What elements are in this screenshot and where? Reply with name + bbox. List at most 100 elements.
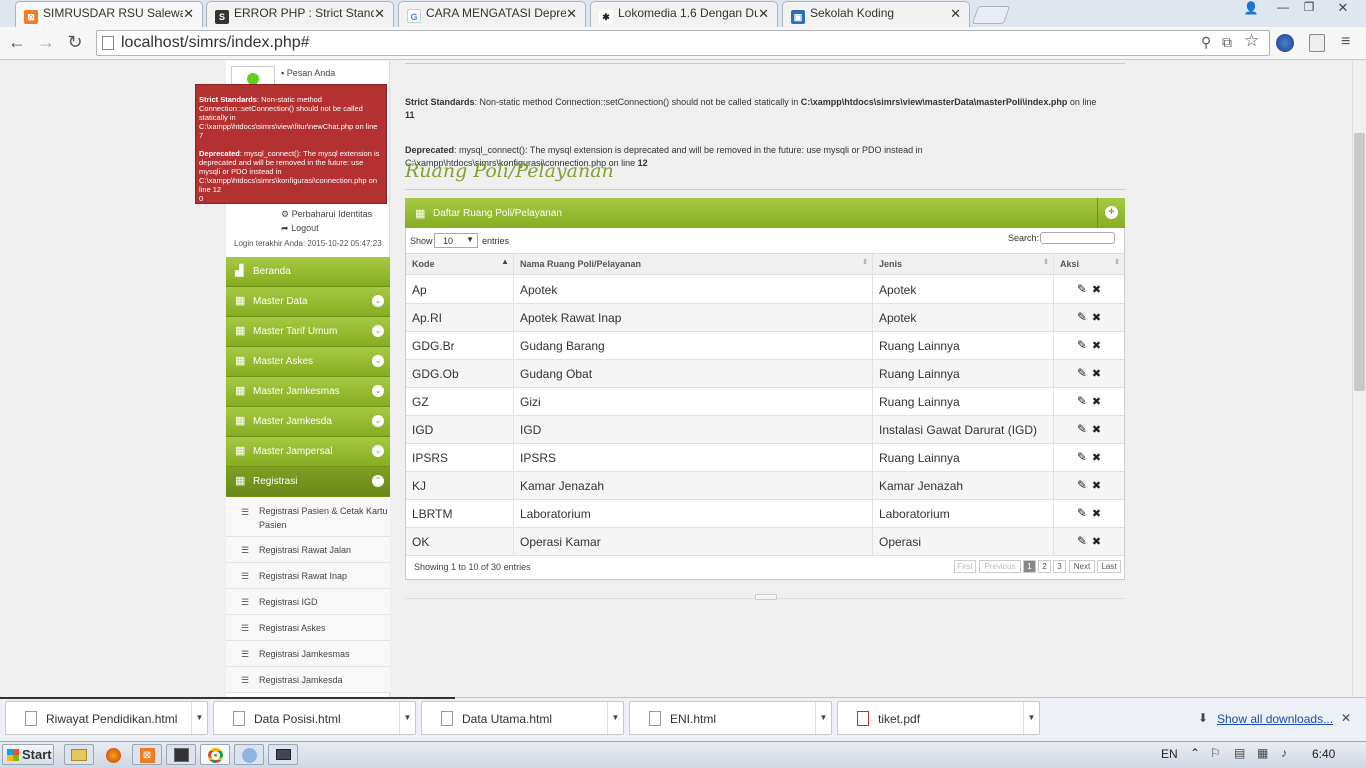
pagination-next[interactable]: Next: [1069, 560, 1095, 573]
pagination-page-3[interactable]: 3: [1053, 560, 1066, 573]
edit-pencil-icon[interactable]: ✎: [1077, 450, 1087, 464]
delete-x-icon[interactable]: ✖: [1092, 508, 1101, 520]
flag-icon[interactable]: ⚐: [1210, 746, 1221, 760]
close-tab-icon[interactable]: ✕: [374, 6, 385, 22]
submenu-rawat-jalan[interactable]: ☰ Registrasi Rawat Jalan: [226, 537, 390, 563]
delete-x-icon[interactable]: ✖: [1092, 452, 1101, 464]
menu-icon[interactable]: ≡: [1341, 33, 1350, 51]
menu-master-jamkesda[interactable]: ▦ Master Jamkesda ⌄: [226, 407, 390, 437]
terminal-taskbar-button[interactable]: [166, 744, 196, 765]
user-profile-icon[interactable]: 👤: [1241, 1, 1261, 17]
menu-master-jampersal[interactable]: ▦ Master Jampersal ⌄: [226, 437, 390, 467]
new-tab-button[interactable]: [971, 6, 1011, 24]
submenu-askes[interactable]: ☰ Registrasi Askes: [226, 615, 390, 641]
restore-icon[interactable]: ❐: [1296, 0, 1322, 18]
scrollbar-thumb[interactable]: [1354, 133, 1365, 391]
col-aksi[interactable]: Aksi ⇕: [1054, 254, 1124, 276]
submenu-jamkesda[interactable]: ☰ Registrasi Jamkesda: [226, 667, 390, 693]
close-download-bar-icon[interactable]: ✕: [1341, 711, 1351, 725]
translate-icon[interactable]: ⧉: [1222, 34, 1232, 51]
menu-beranda[interactable]: ▟ Beranda: [226, 257, 390, 287]
edit-pencil-icon[interactable]: ✎: [1077, 366, 1087, 380]
tab-cara-mengatasi[interactable]: G CARA MENGATASI Deprecat✕: [398, 1, 586, 27]
edit-pencil-icon[interactable]: ✎: [1077, 282, 1087, 296]
resize-handle[interactable]: [755, 594, 777, 600]
close-window-icon[interactable]: ✕: [1325, 0, 1361, 18]
explorer-taskbar-button[interactable]: [64, 744, 94, 765]
logout-link[interactable]: ➦ Logout: [281, 223, 319, 234]
submenu-registrasi-pasien[interactable]: ☰ Registrasi Pasien & Cetak Kartu Pasien: [226, 497, 390, 537]
tab-error-php[interactable]: S ERROR PHP : Strict Standard✕: [206, 1, 394, 27]
tab-lokomedia[interactable]: ✱ Lokomedia 1.6 Dengan Duk ✕: [590, 1, 778, 27]
show-all-downloads-link[interactable]: Show all downloads...: [1217, 712, 1333, 726]
download-item[interactable]: Data Posisi.html ▼: [213, 701, 416, 735]
messages-link[interactable]: ▪ Pesan Anda: [281, 68, 335, 78]
edit-pencil-icon[interactable]: ✎: [1077, 478, 1087, 492]
close-tab-icon[interactable]: ✕: [183, 6, 194, 22]
device-icon[interactable]: ▤: [1234, 746, 1245, 760]
menu-registrasi[interactable]: ▦ Registrasi ⌃: [226, 467, 390, 497]
pagination-first[interactable]: First: [954, 560, 976, 573]
add-button[interactable]: +: [1097, 198, 1125, 228]
minimize-icon[interactable]: —: [1270, 0, 1296, 18]
download-item[interactable]: Data Utama.html ▼: [421, 701, 624, 735]
network-icon[interactable]: ▦: [1257, 746, 1268, 760]
chevron-down-icon[interactable]: ▼: [815, 702, 831, 734]
col-kode[interactable]: Kode ▲: [406, 254, 514, 276]
pagination-page-2[interactable]: 2: [1038, 560, 1051, 573]
submenu-igd[interactable]: ☰ Registrasi IGD: [226, 589, 390, 615]
delete-x-icon[interactable]: ✖: [1092, 368, 1101, 380]
bookmark-star-icon[interactable]: ☆: [1244, 31, 1259, 51]
edit-pencil-icon[interactable]: ✎: [1077, 394, 1087, 408]
tab-sekolah-koding[interactable]: ▣ Sekolah Koding ✕: [782, 1, 970, 27]
update-identity-link[interactable]: ⚙ Perbaharui Identitas: [281, 209, 372, 220]
delete-x-icon[interactable]: ✖: [1092, 424, 1101, 436]
address-bar[interactable]: localhost/simrs/index.php#: [96, 30, 1270, 56]
pagination-page-1[interactable]: 1: [1023, 560, 1036, 573]
close-tab-icon[interactable]: ✕: [566, 6, 577, 22]
clock[interactable]: 6:40: [1312, 747, 1335, 761]
back-arrow-icon[interactable]: ←: [5, 30, 29, 54]
search-input[interactable]: [1040, 232, 1115, 244]
chevron-down-icon[interactable]: ▼: [607, 702, 623, 734]
firefox-taskbar-button[interactable]: [98, 744, 128, 765]
tab-simrusdar[interactable]: ⊠ SIMRUSDAR RSU Salewanga✕: [15, 1, 203, 27]
edit-pencil-icon[interactable]: ✎: [1077, 310, 1087, 324]
pagination-last[interactable]: Last: [1097, 560, 1121, 573]
menu-master-tarif-umum[interactable]: ▦ Master Tarif Umum ⌄: [226, 317, 390, 347]
delete-x-icon[interactable]: ✖: [1092, 312, 1101, 324]
submenu-rawat-inap[interactable]: ☰ Registrasi Rawat Inap: [226, 563, 390, 589]
delete-x-icon[interactable]: ✖: [1092, 480, 1101, 492]
edit-pencil-icon[interactable]: ✎: [1077, 422, 1087, 436]
chevron-down-icon[interactable]: ▼: [1023, 702, 1039, 734]
chevron-down-icon[interactable]: ▼: [399, 702, 415, 734]
chrome-taskbar-button[interactable]: [200, 744, 230, 765]
delete-x-icon[interactable]: ✖: [1092, 396, 1101, 408]
col-jenis[interactable]: Jenis ⇕: [873, 254, 1054, 276]
xampp-taskbar-button[interactable]: ⊠: [132, 744, 162, 765]
entries-select[interactable]: 10 ▼: [434, 233, 478, 248]
close-tab-icon[interactable]: ✕: [950, 6, 961, 22]
reload-icon[interactable]: ↻: [63, 30, 87, 54]
vertical-scrollbar[interactable]: [1352, 61, 1366, 697]
edit-pencil-icon[interactable]: ✎: [1077, 534, 1087, 548]
submenu-jamkesmas[interactable]: ☰ Registrasi Jamkesmas: [226, 641, 390, 667]
zoom-icon[interactable]: ⚲: [1201, 34, 1211, 51]
edit-pencil-icon[interactable]: ✎: [1077, 338, 1087, 352]
close-tab-icon[interactable]: ✕: [758, 6, 769, 22]
start-button[interactable]: Start: [2, 744, 54, 765]
menu-master-jamkesmas[interactable]: ▦ Master Jamkesmas ⌄: [226, 377, 390, 407]
volume-icon[interactable]: ♪: [1281, 746, 1287, 760]
chevron-up-icon[interactable]: ⌃: [1190, 746, 1200, 760]
extension-shield-icon[interactable]: [1309, 34, 1325, 52]
extension-icon[interactable]: [1276, 34, 1294, 52]
forward-arrow-icon[interactable]: →: [34, 30, 58, 54]
delete-x-icon[interactable]: ✖: [1092, 340, 1101, 352]
menu-master-askes[interactable]: ▦ Master Askes ⌄: [226, 347, 390, 377]
pagination-previous[interactable]: Previous: [979, 560, 1021, 573]
language-indicator[interactable]: EN: [1161, 747, 1178, 761]
delete-x-icon[interactable]: ✖: [1092, 536, 1101, 548]
download-item[interactable]: ENI.html ▼: [629, 701, 832, 735]
col-nama[interactable]: Nama Ruang Poli/Pelayanan ⇕: [514, 254, 873, 276]
chevron-down-icon[interactable]: ▼: [191, 702, 207, 734]
